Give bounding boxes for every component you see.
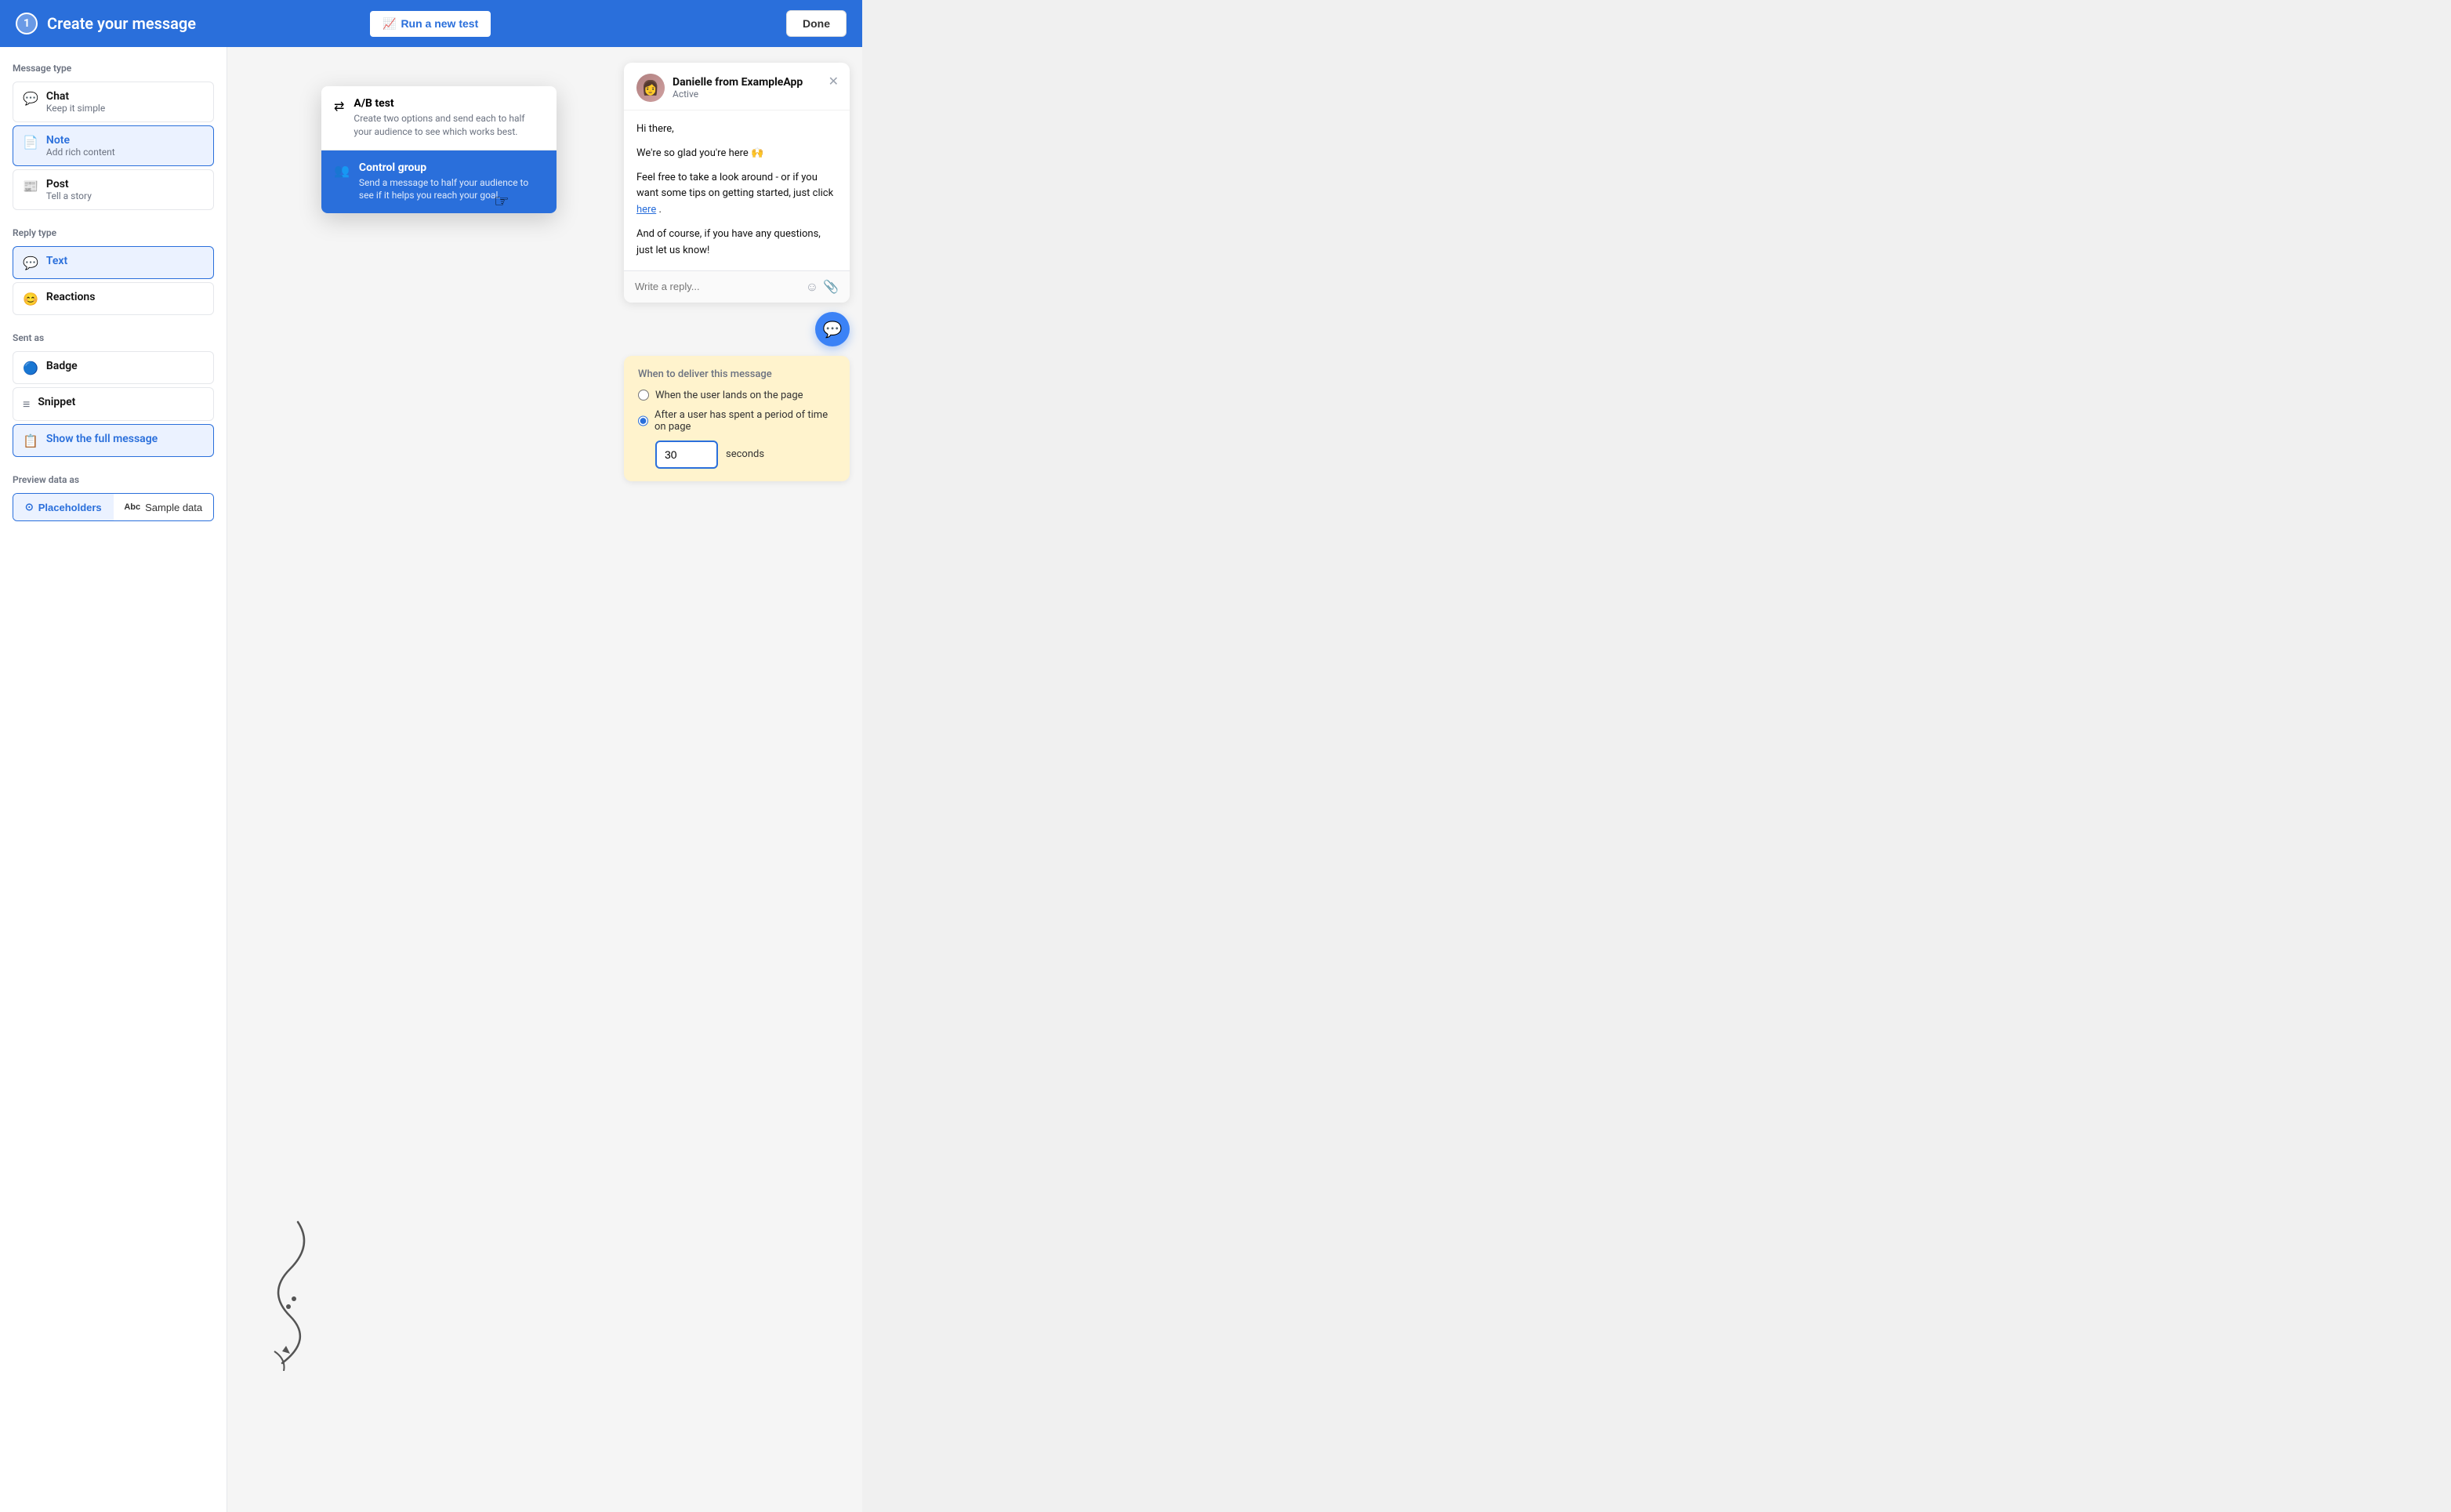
message-type-group: 💬 Chat Keep it simple 📄 Note Add rich co… [13,82,214,210]
message-preview-card: 👩 Danielle from ExampleApp Active ✕ Hi t… [624,63,850,303]
full-message-title: Show the full message [46,433,158,445]
control-group-desc: Send a message to half your audience to … [359,176,544,203]
badge-icon: 🔵 [23,361,38,375]
delivery-on-page-load-label: When the user lands on the page [655,390,803,401]
chat-subtitle: Keep it simple [46,103,105,114]
sender-status: Active [673,89,803,100]
note-subtitle: Add rich content [46,147,115,158]
text-reply-title: Text [46,255,67,267]
reply-type-group: 💬 Text 😊 Reactions [13,246,214,315]
placeholders-icon: ⊙ [25,501,34,513]
emoji-icon[interactable]: ☺ [806,279,818,295]
reactions-icon: 😊 [23,292,38,306]
message-header: 👩 Danielle from ExampleApp Active ✕ [624,63,850,111]
message-greeting: Hi there, [636,121,837,138]
full-message-icon: 📋 [23,433,38,448]
message-line3: And of course, if you have any questions… [636,227,837,259]
seconds-label: seconds [726,448,764,460]
post-icon: 📰 [23,179,38,194]
dropdown-control-group[interactable]: 👥 Control group Send a message to half y… [321,150,557,214]
sent-as-snippet[interactable]: ≡ Snippet [13,387,214,421]
snippet-title: Snippet [38,396,75,408]
text-reply-icon: 💬 [23,256,38,270]
delivery-after-time[interactable]: After a user has spent a period of time … [638,409,836,433]
reply-input[interactable] [635,281,799,292]
reply-type-label: Reply type [13,227,214,238]
sent-as-badge[interactable]: 🔵 Badge [13,351,214,384]
message-type-note[interactable]: 📄 Note Add rich content [13,125,214,166]
chat-icon: 💬 [23,91,38,106]
header-center: 📈 Run a new test [368,9,492,38]
control-group-title: Control group [359,161,544,174]
reactions-title: Reactions [46,291,96,303]
attachment-icon[interactable]: 📎 [823,279,839,295]
sent-as-label: Sent as [13,332,214,343]
sent-as-full[interactable]: 📋 Show the full message [13,424,214,457]
avatar: 👩 [636,74,665,102]
done-button[interactable]: Done [786,10,847,37]
message-line2: Feel free to take a look around - or if … [636,170,837,219]
right-panel: 👩 Danielle from ExampleApp Active ✕ Hi t… [611,47,862,1512]
decorative-squiggle [251,1214,329,1371]
sender-name: Danielle from ExampleApp [673,76,803,89]
delivery-after-time-label: After a user has spent a period of time … [654,409,836,433]
run-new-test-button[interactable]: 📈 Run a new test [368,9,492,38]
placeholders-label: Placeholders [38,502,102,513]
ab-test-desc: Create two options and send each to half… [354,112,544,139]
message-type-label: Message type [13,63,214,74]
placeholders-button[interactable]: ⊙ Placeholders [13,494,114,520]
delivery-after-time-radio[interactable] [638,415,648,426]
post-subtitle: Tell a story [46,190,92,201]
snippet-icon: ≡ [23,397,30,412]
delivery-title: When to deliver this message [638,368,836,380]
dropdown-menu: ⇄ A/B test Create two options and send e… [321,86,557,213]
step-badge: 1 [16,13,38,34]
delivery-on-page-load[interactable]: When the user lands on the page [638,390,836,401]
delivery-panel: When to deliver this message When the us… [624,356,850,481]
sample-data-icon: Abc [124,502,140,512]
ab-test-icon: ⇄ [334,99,344,114]
reply-icons: ☺ 📎 [806,279,839,295]
message-line1: We're so glad you're here 🙌 [636,146,837,162]
preview-data-group: ⊙ Placeholders Abc Sample data [13,493,214,521]
badge-title: Badge [46,360,78,372]
note-title: Note [46,134,115,147]
sample-data-label: Sample data [145,502,202,513]
control-group-icon: 👥 [334,163,350,178]
message-body: Hi there, We're so glad you're here 🙌 Fe… [624,111,850,270]
left-panel: Message type 💬 Chat Keep it simple 📄 Not… [0,47,227,1512]
post-title: Post [46,178,92,190]
delivery-on-page-load-radio[interactable] [638,390,649,401]
trend-icon: 📈 [383,17,396,31]
app-header: 1 Create your message 📈 Run a new test D… [0,0,862,47]
chat-title: Chat [46,90,105,103]
reply-type-reactions[interactable]: 😊 Reactions [13,282,214,315]
reply-type-text[interactable]: 💬 Text [13,246,214,279]
page-title: Create your message [47,14,196,33]
chat-bubble-button[interactable]: 💬 [815,312,850,346]
message-type-post[interactable]: 📰 Post Tell a story [13,169,214,210]
note-icon: 📄 [23,135,38,150]
close-button[interactable]: ✕ [828,74,839,89]
chat-bubble-icon: 💬 [823,320,843,339]
message-link[interactable]: here [636,204,656,216]
main-layout: Message type 💬 Chat Keep it simple 📄 Not… [0,47,862,1512]
center-area: ⇄ A/B test Create two options and send e… [227,47,611,1512]
sent-as-group: 🔵 Badge ≡ Snippet 📋 Show the full messag… [13,351,214,457]
seconds-input[interactable] [655,441,718,469]
dropdown-ab-test[interactable]: ⇄ A/B test Create two options and send e… [321,86,557,150]
preview-data-label: Preview data as [13,474,214,485]
time-input-row: seconds [638,441,836,469]
ab-test-title: A/B test [354,97,544,110]
reply-area: ☺ 📎 [624,270,850,303]
sample-data-button[interactable]: Abc Sample data [114,494,214,520]
message-type-chat[interactable]: 💬 Chat Keep it simple [13,82,214,122]
header-left: 1 Create your message [16,13,196,34]
